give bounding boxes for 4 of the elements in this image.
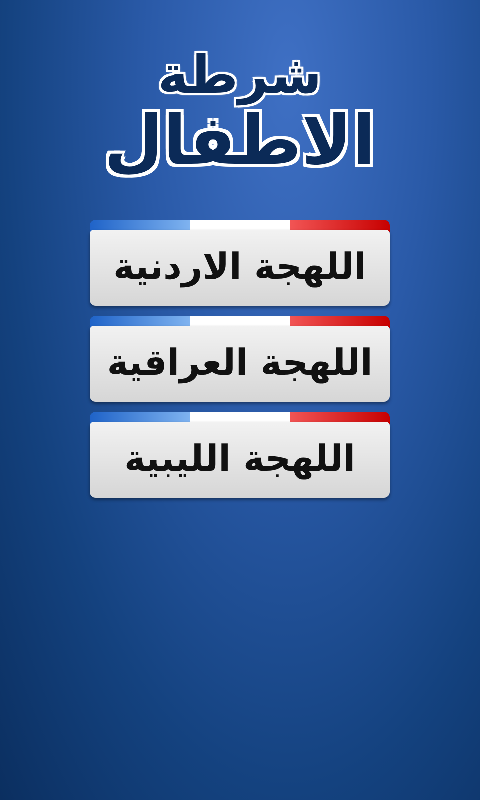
dialect-button[interactable]: اللهجة العراقية	[90, 326, 390, 402]
app-title: الاطفال	[104, 108, 376, 176]
dialect-button[interactable]: اللهجة الاردنية	[90, 230, 390, 306]
dialect-button[interactable]: اللهجة الليبية	[90, 422, 390, 498]
